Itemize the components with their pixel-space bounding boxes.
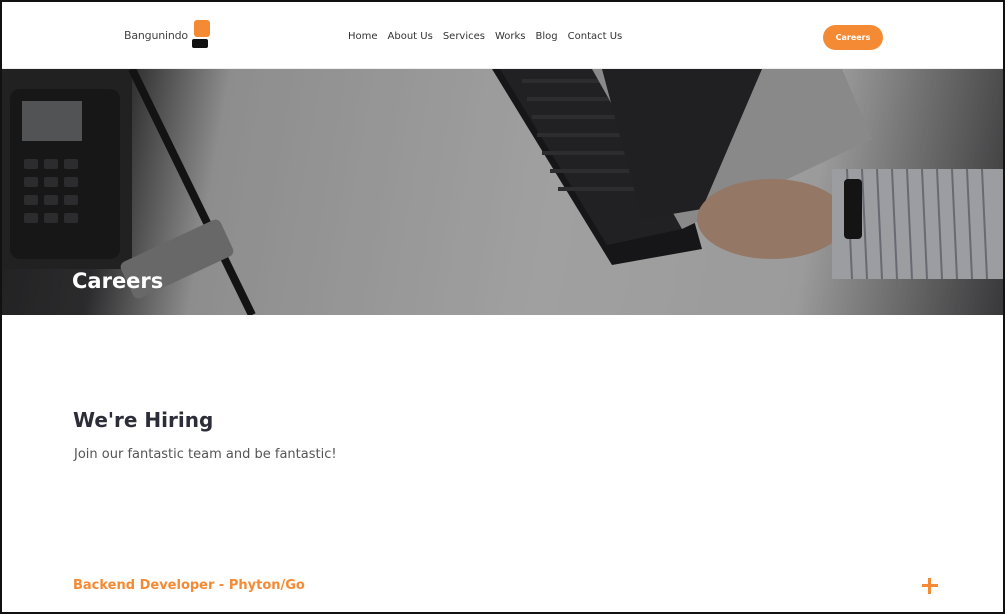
page-frame: Bangunindo Home About Us Services Works … bbox=[0, 0, 1005, 614]
logo[interactable]: Bangunindo bbox=[124, 20, 210, 50]
nav-about-us[interactable]: About Us bbox=[388, 31, 433, 42]
hero-banner: Careers bbox=[2, 69, 1003, 315]
nav-home[interactable]: Home bbox=[348, 31, 378, 42]
careers-button[interactable]: Careers bbox=[823, 25, 883, 50]
logo-text: Bangunindo bbox=[124, 28, 188, 42]
site-header: Bangunindo Home About Us Services Works … bbox=[2, 2, 1003, 69]
hiring-heading: We're Hiring bbox=[73, 408, 214, 432]
nav-contact-us[interactable]: Contact Us bbox=[568, 31, 623, 42]
main-nav: Home About Us Services Works Blog Contac… bbox=[348, 31, 622, 42]
nav-blog[interactable]: Blog bbox=[536, 31, 558, 42]
nav-services[interactable]: Services bbox=[443, 31, 485, 42]
logo-mark-icon bbox=[191, 20, 210, 50]
job-item-backend-developer[interactable]: Backend Developer - Phyton/Go bbox=[73, 578, 305, 593]
plus-icon[interactable] bbox=[920, 576, 940, 596]
nav-works[interactable]: Works bbox=[495, 31, 526, 42]
hero-title: Careers bbox=[72, 269, 164, 293]
hiring-subheading: Join our fantastic team and be fantastic… bbox=[74, 447, 337, 462]
